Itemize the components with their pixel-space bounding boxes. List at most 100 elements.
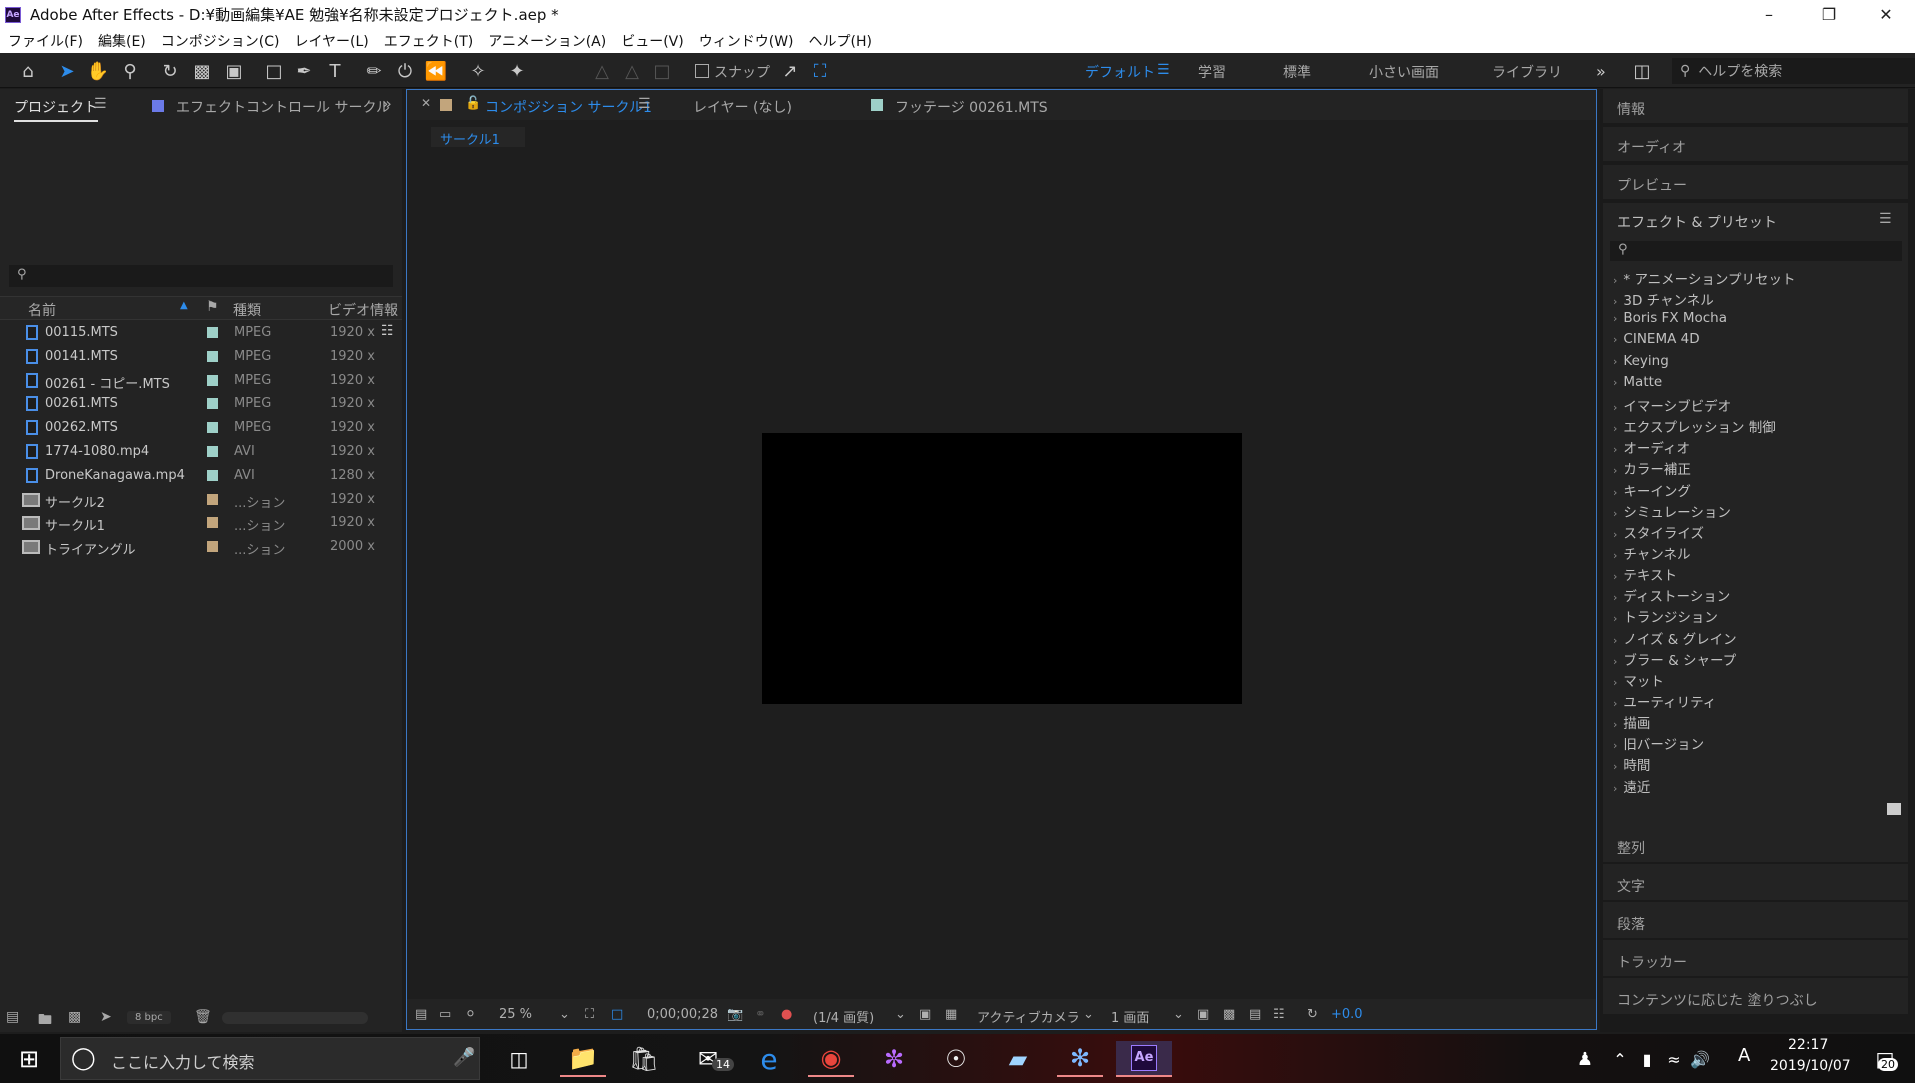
taskbar-search-box[interactable]: ◯ ここに入力して検索 🎤 xyxy=(60,1037,480,1080)
effect-category-item[interactable]: › カラー補正 xyxy=(1613,458,1691,478)
effect-category-item[interactable]: › トランジション xyxy=(1613,606,1718,626)
effects-search-input[interactable]: ⚲ xyxy=(1610,241,1902,261)
internet-explorer-icon[interactable]: e xyxy=(746,1041,792,1077)
menu-window[interactable]: ウィンドウ(W) xyxy=(699,31,794,51)
effect-category-item[interactable]: › ユーティリティ xyxy=(1613,691,1716,711)
transparency-grid-icon[interactable]: ▦ xyxy=(945,1007,957,1022)
after-effects-taskbar-icon[interactable]: Ae xyxy=(1116,1041,1172,1077)
lock-icon[interactable]: 🔓 xyxy=(465,96,481,111)
reset-exposure-icon[interactable]: ▩ xyxy=(1223,1007,1235,1022)
microphone-icon[interactable]: 🎤 xyxy=(453,1047,475,1068)
workspace-default[interactable]: デフォルト xyxy=(1085,62,1155,82)
exposure-reset-icon[interactable]: ↻ xyxy=(1307,1007,1318,1022)
effect-category-item[interactable]: › Matte xyxy=(1613,374,1662,390)
file-label-swatch[interactable] xyxy=(207,374,218,386)
channel-icon[interactable]: ● xyxy=(781,1007,792,1022)
file-label-swatch[interactable] xyxy=(207,350,218,362)
menu-composition[interactable]: コンポジション(C) xyxy=(161,31,280,51)
render-queue-icon[interactable]: ➤ xyxy=(100,1009,112,1025)
project-file-row[interactable]: サークル2 ...ション 1920 x xyxy=(0,488,400,512)
snap-checkbox[interactable] xyxy=(695,64,709,78)
workspace-standard[interactable]: 標準 xyxy=(1283,62,1311,82)
menu-help[interactable]: ヘルプ(H) xyxy=(809,31,872,51)
rotate-tool-icon[interactable]: ↻ xyxy=(158,59,182,83)
tab-composition[interactable]: コンポジション サークル1 xyxy=(485,97,652,117)
file-label-swatch[interactable] xyxy=(207,469,218,481)
effect-category-item[interactable]: › 遠近 xyxy=(1613,776,1650,796)
overwatch-icon[interactable]: ☉ xyxy=(933,1041,979,1077)
info-panel[interactable]: 情報 xyxy=(1603,89,1908,125)
new-preset-icon[interactable] xyxy=(1887,803,1901,815)
volume-icon[interactable]: 🔊 xyxy=(1688,1041,1712,1077)
snapshot-icon[interactable]: 📷 xyxy=(727,1007,743,1022)
file-label-swatch[interactable] xyxy=(207,493,218,505)
camera-dropdown-icon[interactable]: ⌄ xyxy=(1083,1007,1094,1022)
tracker-panel[interactable]: トラッカー xyxy=(1603,940,1908,978)
effect-category-item[interactable]: › Keying xyxy=(1613,353,1669,369)
effect-category-item[interactable]: › エクスプレッション 制御 xyxy=(1613,416,1776,436)
sort-ascending-icon[interactable]: ▲ xyxy=(180,300,188,311)
zoom-select[interactable]: 25 % xyxy=(499,1007,532,1022)
hand-tool-icon[interactable]: ✋ xyxy=(86,59,110,83)
maximize-button[interactable]: ❐ xyxy=(1800,0,1858,29)
effect-category-item[interactable]: › シミュレーション xyxy=(1613,501,1731,521)
column-name[interactable]: 名前 xyxy=(28,300,56,320)
menu-layer[interactable]: レイヤー(L) xyxy=(294,31,368,51)
effects-panel-menu-icon[interactable]: ☰ xyxy=(1879,211,1892,227)
comp-breadcrumb[interactable]: サークル1 xyxy=(431,127,525,148)
fast-previews-icon[interactable]: ▣ xyxy=(919,1007,931,1022)
workspace-menu-icon[interactable]: ☰ xyxy=(1157,62,1170,78)
effect-category-item[interactable]: › 時間 xyxy=(1613,754,1650,774)
project-file-row[interactable]: サークル1 ...ション 1920 x xyxy=(0,511,400,535)
wifi-icon[interactable]: ≈ xyxy=(1662,1041,1686,1077)
ime-indicator[interactable]: A xyxy=(1738,1045,1750,1066)
bit-depth-badge[interactable]: 8 bpc xyxy=(127,1011,171,1024)
project-file-row[interactable]: DroneKanagawa.mp4 AVI 1280 x xyxy=(0,464,400,488)
brush-tool-icon[interactable]: ✏ xyxy=(362,59,386,83)
project-file-row[interactable]: トライアングル ...ション 2000 x xyxy=(0,535,400,559)
preview-panel[interactable]: プレビュー xyxy=(1603,165,1908,201)
clock-date[interactable]: 2019/10/07 xyxy=(1770,1058,1851,1074)
windows-start-icon[interactable]: ⊞ xyxy=(6,1041,52,1077)
color-app-icon[interactable]: ✼ xyxy=(871,1041,917,1077)
effect-category-item[interactable]: › スタイライズ xyxy=(1613,522,1704,542)
interpret-footage-icon[interactable]: ▤ xyxy=(6,1009,19,1025)
project-file-row[interactable]: 1774-1080.mp4 AVI 1920 x xyxy=(0,440,400,464)
workspace-small-screen[interactable]: 小さい画面 xyxy=(1369,62,1439,82)
close-button[interactable]: ✕ xyxy=(1857,0,1915,29)
views-select[interactable]: 1 画面 xyxy=(1111,1007,1149,1026)
trash-icon[interactable]: 🗑 xyxy=(194,1009,212,1025)
column-video-info[interactable]: ビデオ情報 xyxy=(328,300,398,320)
effect-category-item[interactable]: › 旧バージョン xyxy=(1613,733,1704,753)
chrome-icon[interactable]: ◉ xyxy=(808,1041,854,1077)
axis-view-icon[interactable]: □ xyxy=(650,59,674,83)
paragraph-panel[interactable]: 段落 xyxy=(1603,902,1908,940)
workspace-libraries[interactable]: ライブラリ xyxy=(1492,62,1562,82)
composition-canvas[interactable] xyxy=(762,433,1242,704)
project-file-row[interactable]: 00261.MTS MPEG 1920 x xyxy=(0,392,400,416)
selection-tool-icon[interactable]: ➤ xyxy=(55,59,79,83)
file-explorer-icon[interactable]: 📁 xyxy=(560,1041,606,1077)
show-snapshot-icon[interactable]: ⚭ xyxy=(755,1007,766,1022)
menu-view[interactable]: ビュー(V) xyxy=(621,31,684,51)
effect-category-item[interactable]: › キーイング xyxy=(1613,480,1691,500)
current-time[interactable]: 0;00;00;28 xyxy=(647,1007,718,1022)
viewer-menu-icon[interactable]: ☰ xyxy=(638,96,651,112)
new-composition-icon[interactable]: ▩ xyxy=(68,1009,81,1025)
views-dropdown-icon[interactable]: ⌄ xyxy=(1173,1007,1184,1022)
region-of-interest-icon[interactable]: □ xyxy=(611,1007,623,1022)
tab-effect-controls[interactable]: エフェクトコントロール サークル xyxy=(176,97,390,117)
blender-app-icon[interactable]: ✻ xyxy=(1057,1041,1103,1077)
pen-tool-icon[interactable]: ✒ xyxy=(292,59,316,83)
camera-tool-icon[interactable]: ▩ xyxy=(190,59,214,83)
exposure-value[interactable]: +0.0 xyxy=(1331,1007,1363,1022)
type-tool-icon[interactable]: T xyxy=(323,59,347,83)
flowchart-icon[interactable]: ☷ xyxy=(1273,1007,1285,1022)
tab-footage[interactable]: フッテージ 00261.MTS xyxy=(895,97,1048,117)
zoom-dropdown-icon[interactable]: ⌄ xyxy=(559,1007,570,1022)
snap-features-icon[interactable]: ⛶ xyxy=(808,59,832,83)
resolution-select[interactable]: (1/4 画質) xyxy=(813,1007,874,1026)
panel-overflow-icon[interactable]: » xyxy=(382,94,392,113)
file-label-swatch[interactable] xyxy=(207,398,218,410)
people-icon[interactable]: ♟ xyxy=(1562,1041,1608,1077)
